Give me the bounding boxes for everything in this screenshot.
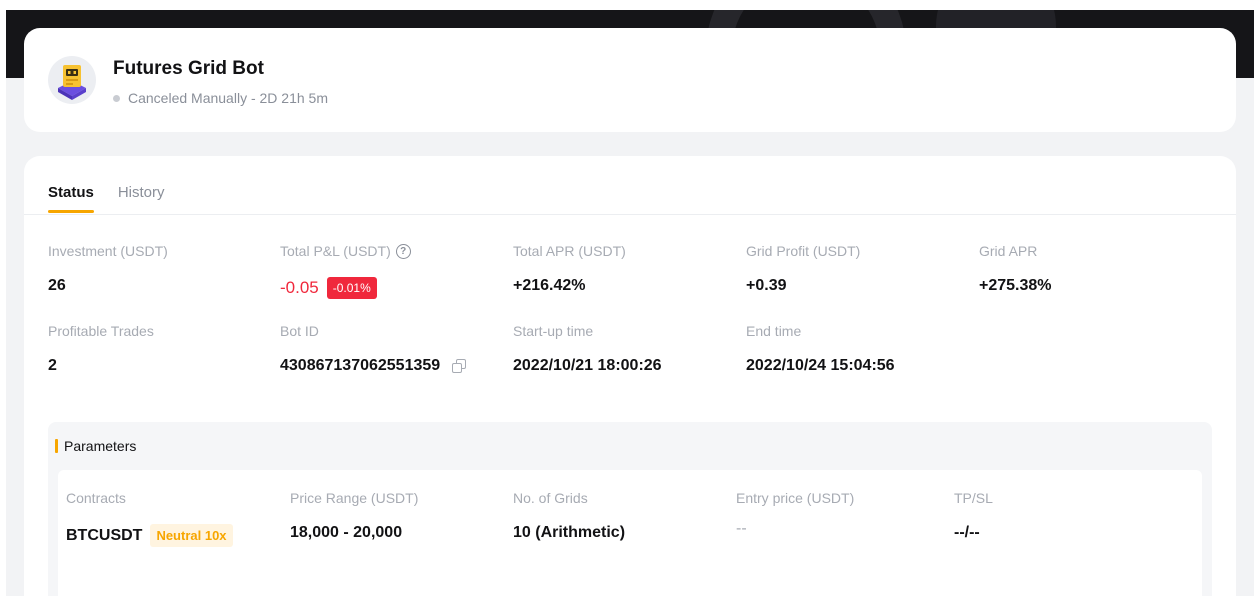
param-value: -- <box>736 520 747 537</box>
section-accent-bar <box>55 439 58 453</box>
help-icon[interactable]: ? <box>395 243 411 259</box>
bot-title: Futures Grid Bot <box>113 58 264 79</box>
tab-bar: Status History <box>48 184 165 213</box>
param-label: TP/SL <box>954 490 993 506</box>
parameters-section: Parameters Contracts BTCUSDT Neutral 10x… <box>48 422 1212 596</box>
contract-symbol: BTCUSDT <box>66 526 143 544</box>
stat-total-apr: Total APR (USDT) +216.42% <box>513 243 626 295</box>
param-price-range: Price Range (USDT) 18,000 - 20,000 <box>290 490 418 542</box>
stat-label: Bot ID <box>280 323 319 339</box>
stat-value-row: -0.05 -0.01% <box>280 277 411 299</box>
param-label: Entry price (USDT) <box>736 490 855 506</box>
stat-label: End time <box>746 323 802 339</box>
param-value: --/-- <box>954 524 980 541</box>
bot-status-text: Canceled Manually - 2D 21h 5m <box>128 90 328 106</box>
param-tpsl: TP/SL --/-- <box>954 490 993 542</box>
param-contracts: Contracts BTCUSDT Neutral 10x <box>66 490 233 547</box>
stat-bot-id: Bot ID 430867137062551359 <box>280 323 467 375</box>
param-entry-price: Entry price (USDT) -- <box>736 490 854 538</box>
param-label: Contracts <box>66 490 126 506</box>
stat-grid-apr: Grid APR +275.38% <box>979 243 1052 295</box>
stat-startup-time: Start-up time 2022/10/21 18:00:26 <box>513 323 662 375</box>
stat-value: 2022/10/24 15:04:56 <box>746 357 895 374</box>
param-value: 10 (Arithmetic) <box>513 524 626 541</box>
stat-value: 2 <box>48 357 57 374</box>
tab-history[interactable]: History <box>118 184 165 211</box>
copy-icon[interactable] <box>452 359 467 373</box>
stat-label: Start-up time <box>513 323 594 339</box>
stat-label-row: Total P&L (USDT) ? <box>280 243 411 259</box>
page-edge <box>0 78 6 596</box>
stat-value: 2022/10/21 18:00:26 <box>513 357 662 374</box>
parameters-title: Parameters <box>64 438 137 454</box>
stat-label: Investment (USDT) <box>48 243 168 259</box>
stat-value: 26 <box>48 277 66 294</box>
bot-status: Canceled Manually - 2D 21h 5m <box>113 90 328 106</box>
stat-value: +216.42% <box>513 277 586 294</box>
tab-status[interactable]: Status <box>48 184 94 213</box>
parameters-panel: Contracts BTCUSDT Neutral 10x Price Rang… <box>58 470 1202 596</box>
stat-value: +0.39 <box>746 277 787 294</box>
stat-value-row: 430867137062551359 <box>280 357 467 375</box>
stat-label: Grid APR <box>979 243 1038 259</box>
stat-label: Total APR (USDT) <box>513 243 626 259</box>
stat-label: Profitable Trades <box>48 323 154 339</box>
stat-label: Total P&L (USDT) <box>280 243 391 259</box>
pnl-percent-badge: -0.01% <box>326 277 377 299</box>
bot-id-value: 430867137062551359 <box>280 357 441 374</box>
status-dot-icon <box>113 94 120 102</box>
parameters-header: Parameters <box>48 422 1212 470</box>
stat-end-time: End time 2022/10/24 15:04:56 <box>746 323 895 375</box>
stat-profitable-trades: Profitable Trades 2 <box>48 323 154 375</box>
leverage-badge: Neutral 10x <box>150 524 233 547</box>
stat-total-pnl: Total P&L (USDT) ? -0.05 -0.01% <box>280 243 411 299</box>
stat-label: Grid Profit (USDT) <box>746 243 861 259</box>
bot-details-card: Status History Investment (USDT) 26 Tota… <box>24 156 1236 596</box>
stat-grid-profit: Grid Profit (USDT) +0.39 <box>746 243 860 295</box>
pnl-value: -0.05 <box>280 278 319 297</box>
page-edge <box>1254 78 1260 596</box>
param-value-row: BTCUSDT Neutral 10x <box>66 524 233 547</box>
stat-value: +275.38% <box>979 277 1052 294</box>
tabs-divider <box>24 214 1236 215</box>
stat-investment: Investment (USDT) 26 <box>48 243 168 295</box>
param-label: No. of Grids <box>513 490 588 506</box>
param-grids: No. of Grids 10 (Arithmetic) <box>513 490 625 542</box>
param-value: 18,000 - 20,000 <box>290 524 403 541</box>
bot-header-card: Futures Grid Bot Canceled Manually - 2D … <box>24 28 1236 132</box>
grid-bot-icon <box>48 56 96 104</box>
param-label: Price Range (USDT) <box>290 490 419 506</box>
